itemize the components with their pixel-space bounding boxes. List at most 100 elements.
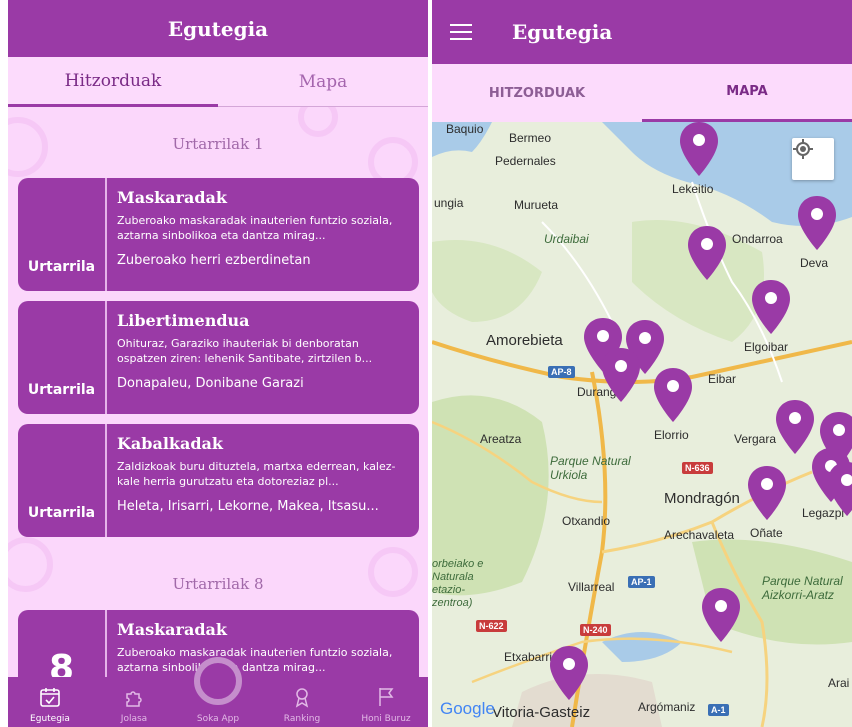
- tab-hitzorduak[interactable]: HITZORDUAK: [432, 64, 642, 122]
- map-label-argomaniz: Argómaniz: [638, 700, 696, 714]
- nav-honi-buruz[interactable]: Honi Buruz: [344, 677, 428, 727]
- app-bar: Egutegia: [8, 0, 428, 57]
- map-pin-icon[interactable]: [702, 588, 740, 642]
- tab-bar: HITZORDUAK MAPA: [432, 64, 852, 122]
- map-label-lekeitio: Lekeitio: [672, 182, 714, 196]
- calendar-check-icon: [40, 688, 60, 707]
- map-label-gorbeiako: orbeiako e Naturala etazio-zentroa): [432, 558, 484, 609]
- event-location: Heleta, Irisarri, Lekorne, Makea, Itsasu…: [117, 499, 379, 514]
- event-details: Maskaradak Zuberoako maskaradak inauteri…: [107, 610, 419, 677]
- road-badge: AP-1: [628, 576, 655, 588]
- medal-icon: [295, 688, 309, 708]
- event-details: Maskaradak Zuberoako maskaradak inauteri…: [107, 178, 419, 291]
- map-label-ondarroa: Ondarroa: [732, 232, 783, 246]
- date-header: Urtarrilak 8: [172, 575, 264, 593]
- map-label-eibar: Eibar: [708, 372, 737, 386]
- event-date-column: Urtarrila: [18, 301, 107, 414]
- nav-label: Soka App: [196, 714, 240, 724]
- map-label-vitoria: Vitoria-Gasteiz: [492, 704, 591, 721]
- map-pin-icon[interactable]: [798, 196, 836, 250]
- menu-icon[interactable]: [450, 24, 472, 40]
- tab-mapa[interactable]: MAPA: [642, 64, 852, 122]
- event-month: Urtarrila: [27, 505, 96, 521]
- map-label-parque-aizkorri: Parque Natural Aizkorri-Aratz: [762, 574, 843, 602]
- map-pin-icon[interactable]: [828, 462, 852, 516]
- event-title: Maskaradak: [117, 620, 227, 639]
- map-label-areatza: Areatza: [480, 432, 522, 446]
- event-date-column: Urtarrila: [18, 178, 107, 291]
- road-badge: AP-8: [548, 366, 575, 378]
- nav-label: Egutegia: [30, 714, 70, 724]
- event-card[interactable]: Urtarrila Kabalkadak Zaldizkoak buru dit…: [18, 424, 419, 537]
- road-badge: N-622: [476, 620, 507, 632]
- event-title: Maskaradak: [117, 188, 227, 207]
- nav-jolasa[interactable]: Jolasa: [92, 677, 176, 727]
- soka-app-icon: [194, 657, 242, 705]
- event-day: 8: [48, 648, 75, 677]
- map-pin-icon[interactable]: [602, 348, 640, 402]
- nav-ranking[interactable]: Ranking: [260, 677, 344, 727]
- bottom-navigation: Egutegia Jolasa Soka App Ranking Honi Bu…: [8, 657, 428, 727]
- app-title: Egutegia: [167, 16, 269, 41]
- reservoir: [602, 632, 682, 662]
- flag-icon: [379, 688, 394, 706]
- map-label-onate: Oñate: [750, 526, 783, 540]
- event-date-column: Urtarrila: [18, 424, 107, 537]
- event-list[interactable]: Urtarrilak 1 Urtarrila Maskaradak Zubero…: [8, 107, 428, 677]
- map-label-mondragon: Mondragón: [664, 490, 740, 507]
- map-label-elgoibar: Elgoibar: [744, 340, 789, 354]
- puzzle-icon: [126, 691, 142, 707]
- road-badge: A-1: [708, 704, 729, 716]
- my-location-button[interactable]: [792, 138, 834, 180]
- calendar-map-screen: Egutegia HITZORDUAK MAPA Baquio Bermeo P…: [432, 0, 852, 727]
- event-location: Zuberoako herri ezberdinetan: [117, 253, 311, 268]
- map-pin-icon[interactable]: [688, 226, 726, 280]
- map-pin-icon[interactable]: [550, 646, 588, 700]
- map-label-pedernales: Pedernales: [495, 154, 556, 168]
- crosshair-icon: [793, 139, 813, 159]
- event-date-column: 8: [18, 610, 107, 677]
- nav-label: Ranking: [283, 714, 321, 724]
- nav-label: Honi Buruz: [361, 714, 411, 724]
- map-label-elorrio: Elorrio: [654, 428, 689, 442]
- event-card[interactable]: Urtarrila Libertimendua Ohituraz, Garazi…: [18, 301, 419, 414]
- map-label-parque-urkiola: Parque Natural Urkiola: [550, 454, 631, 482]
- map-label-arechavaleta: Arechavaleta: [664, 528, 735, 542]
- map-label-arai: Arai: [828, 676, 850, 690]
- event-description: Zaldizkoak buru dituztela, martxa ederre…: [117, 460, 396, 488]
- app-title: Egutegia: [512, 20, 613, 44]
- event-description: Zuberoako maskaradak inauterien funtzio …: [117, 214, 393, 242]
- event-title: Libertimendua: [117, 311, 250, 330]
- app-bar: Egutegia: [432, 0, 852, 64]
- map-label-bermeo: Bermeo: [509, 131, 552, 145]
- event-card[interactable]: Urtarrila Maskaradak Zuberoako maskarada…: [18, 178, 419, 291]
- google-wordmark: Google: [440, 699, 495, 718]
- forest-area: [432, 240, 542, 322]
- tab-bar: Hitzorduak Mapa: [8, 57, 428, 107]
- event-location: Donapaleu, Donibane Garazi: [117, 376, 304, 391]
- map-label-deva: Deva: [800, 256, 829, 270]
- map-label-baquio: Baquio: [446, 122, 484, 136]
- map-label-ungia: ungia: [434, 196, 464, 210]
- nav-label: Jolasa: [120, 714, 148, 724]
- calendar-list-screen: Egutegia Hitzorduak Mapa Urtarrilak 1 Ur…: [8, 0, 428, 727]
- nav-egutegia[interactable]: Egutegia: [8, 677, 92, 727]
- event-description: Zuberoako maskaradak inauterien funtzio …: [117, 646, 393, 674]
- map-pin-icon[interactable]: [748, 466, 786, 520]
- map-label-murueta: Murueta: [514, 198, 559, 212]
- map-view[interactable]: Baquio Bermeo Pedernales Lekeitio ungia …: [432, 122, 852, 727]
- map-pin-icon[interactable]: [680, 122, 718, 176]
- map-label-otxandio: Otxandio: [562, 514, 611, 528]
- map-label-etxabarri: Etxabarri: [504, 650, 553, 664]
- tab-mapa[interactable]: Mapa: [218, 57, 428, 107]
- map-pin-icon[interactable]: [654, 368, 692, 422]
- map-label-amorebieta: Amorebieta: [486, 332, 563, 349]
- map-label-villarreal: Villarreal: [568, 580, 615, 594]
- map-label-urdaibai: Urdaibai: [544, 232, 589, 246]
- tab-hitzorduak[interactable]: Hitzorduak: [8, 57, 218, 107]
- map-pin-icon[interactable]: [752, 280, 790, 334]
- date-header: Urtarrilak 1: [172, 135, 264, 153]
- nav-soka-app[interactable]: Soka App: [176, 657, 260, 727]
- decoration-circle: [298, 107, 338, 137]
- map-pin-icon[interactable]: [776, 400, 814, 454]
